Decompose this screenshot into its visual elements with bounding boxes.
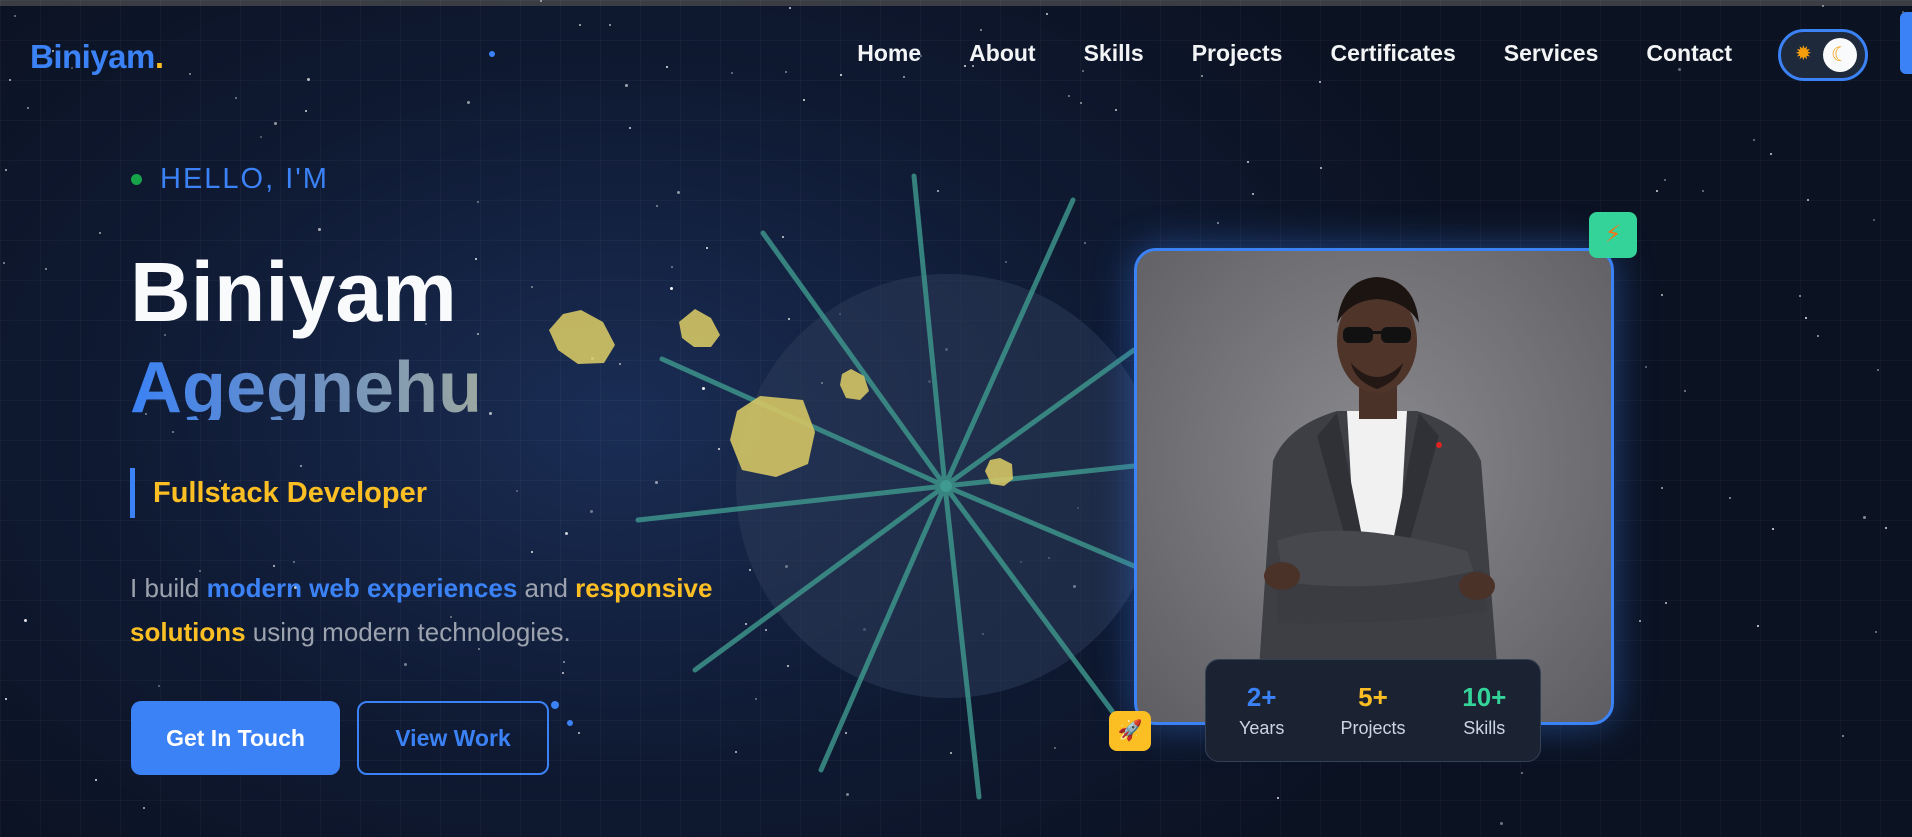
status-dot — [131, 174, 142, 185]
stat-value: 10+ — [1462, 681, 1507, 712]
moon-icon: ☾ — [1823, 38, 1857, 72]
stat-value: 5+ — [1358, 681, 1388, 712]
hero-role: Fullstack Developer — [130, 468, 427, 518]
nav-link-projects[interactable]: Projects — [1192, 40, 1283, 67]
nav-link-services[interactable]: Services — [1504, 40, 1599, 67]
burst-center — [940, 480, 952, 492]
nav-link-about[interactable]: About — [969, 40, 1035, 67]
role-text: Fullstack Developer — [153, 476, 427, 509]
top-navbar: Biniyam. Home About Skills Projects Cert… — [0, 6, 1912, 106]
hero-description: I build modern web experiences and respo… — [130, 566, 730, 654]
nav-link-skills[interactable]: Skills — [1084, 40, 1144, 67]
stat-label: Skills — [1463, 717, 1506, 738]
view-work-button[interactable]: View Work — [357, 701, 549, 775]
profile-photo — [1134, 248, 1614, 725]
greeting-text: HELLO, I'M — [160, 163, 329, 195]
desc-highlight-1: modern web experiences — [206, 573, 518, 603]
nav-link-certificates[interactable]: Certificates — [1330, 40, 1455, 67]
greeting: HELLO, I'M — [131, 163, 329, 196]
portrait-illustration — [1255, 277, 1502, 722]
sun-icon: ✹ — [1795, 43, 1812, 65]
rocket-icon: 🚀 — [1109, 711, 1151, 751]
stat-label: Years — [1238, 717, 1285, 738]
desc-part2: and — [517, 573, 576, 603]
stat-years: 2+ Years — [1212, 680, 1312, 742]
hero-first-name: Biniyam — [130, 245, 457, 339]
hero-last-name: Agegnehu — [130, 352, 482, 420]
stat-skills: 10+ Skills — [1434, 680, 1534, 742]
stat-label: Projects — [1340, 717, 1406, 738]
desc-part3: using modern technologies. — [245, 617, 571, 647]
theme-toggle[interactable]: ✹ ☾ — [1778, 29, 1868, 81]
stat-value: 2+ — [1246, 681, 1277, 712]
brand-dot: . — [154, 38, 164, 75]
nav-link-contact[interactable]: Contact — [1646, 40, 1732, 67]
get-in-touch-button[interactable]: Get In Touch — [131, 701, 340, 775]
desc-part1: I build — [130, 573, 207, 603]
nav-links: Home About Skills Projects Certificates … — [857, 40, 1732, 67]
brand-logo[interactable]: Biniyam. — [30, 38, 164, 76]
lightning-icon: ⚡ — [1589, 212, 1637, 258]
stat-projects: 5+ Projects — [1323, 680, 1423, 742]
scroll-edge-tab[interactable] — [1900, 12, 1912, 74]
nav-link-home[interactable]: Home — [857, 40, 921, 67]
brand-name: Biniyam — [30, 38, 155, 75]
stats-card: 2+ Years 5+ Projects 10+ Skills — [1205, 659, 1541, 762]
